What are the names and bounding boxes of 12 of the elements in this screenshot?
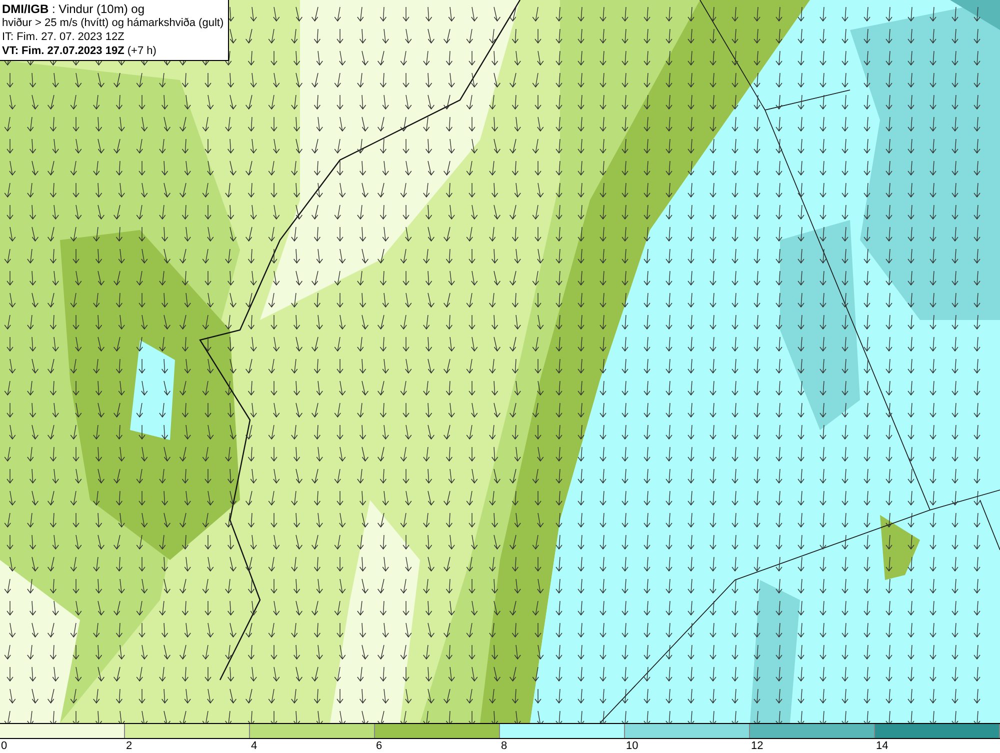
header-text: hviður > 25 m/s (hvítt) og hámarkshviða (gult) — [2, 16, 224, 30]
scale-label: 4 — [250, 739, 258, 753]
scale-label: 14 — [875, 739, 890, 753]
scale-label: 12 — [750, 739, 764, 753]
header-text: IT: Fim. 27. 07. 2023 12Z — [2, 30, 126, 44]
header-text: VT: Fim. 27.07.2023 19Z (+7 h) — [2, 44, 158, 58]
scale-label: 8 — [500, 739, 508, 753]
scale-label: 10 — [625, 739, 640, 753]
scale-label: 2 — [125, 739, 134, 753]
scale-label: 6 — [375, 739, 384, 753]
header-text: DMI/IGB : Vindur (10m) og — [2, 2, 146, 16]
scale-label: 0 — [0, 739, 8, 753]
